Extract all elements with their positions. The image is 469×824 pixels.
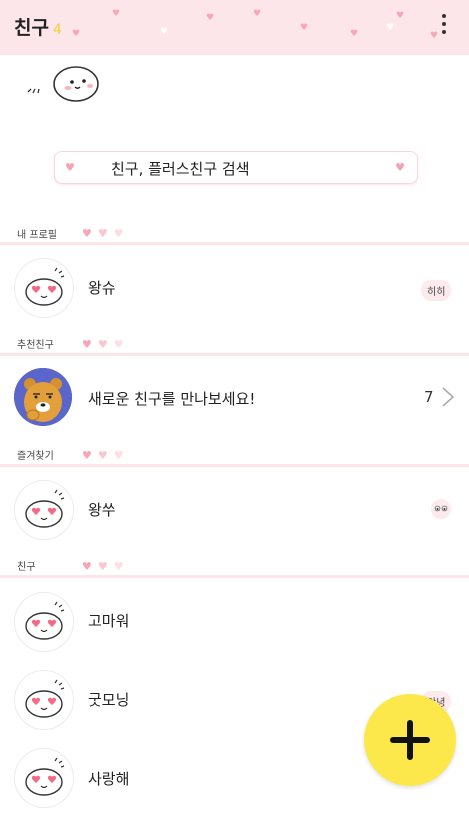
avatar bbox=[14, 368, 72, 426]
heart-decoration-icon: ♥ bbox=[350, 29, 359, 39]
section-label-recommended: 추천친구 bbox=[17, 340, 54, 351]
avatar[interactable] bbox=[14, 592, 74, 652]
divider bbox=[0, 242, 469, 245]
section-hearts: ♥♥♥ bbox=[82, 227, 130, 240]
section-hearts: ♥♥♥ bbox=[82, 449, 130, 462]
mascot-image bbox=[27, 66, 99, 102]
divider bbox=[0, 52, 469, 55]
friend-name: 왕쑤 bbox=[88, 501, 116, 519]
chevron-right-icon bbox=[442, 387, 455, 407]
heart-decoration-icon: ♥ bbox=[396, 11, 405, 21]
divider bbox=[0, 353, 469, 356]
favorite-row[interactable]: 왕쑤 bbox=[0, 480, 469, 556]
heart-decoration-icon: ♥ bbox=[65, 161, 75, 174]
mascot-banner bbox=[24, 62, 104, 106]
heart-decoration-icon: ♥ bbox=[386, 23, 395, 33]
friend-name: 굿모닝 bbox=[88, 691, 130, 709]
heart-decoration-icon: ♥ bbox=[430, 31, 439, 41]
recommend-count: 7 bbox=[424, 388, 434, 406]
avatar[interactable] bbox=[14, 258, 74, 318]
add-friend-button[interactable] bbox=[364, 694, 456, 786]
avatar[interactable] bbox=[14, 670, 74, 730]
profile-name: 왕슈 bbox=[88, 279, 116, 297]
heart-decoration-icon: ♥ bbox=[253, 9, 262, 19]
page-title: 친구 4 bbox=[14, 13, 62, 40]
heart-decoration-icon: ♥ bbox=[112, 9, 121, 19]
heart-decoration-icon: ♥ bbox=[160, 27, 169, 37]
status-badge: 히히 bbox=[421, 280, 452, 301]
section-label-friends: 친구 bbox=[17, 562, 36, 573]
emoticon-icon bbox=[431, 499, 451, 519]
section-hearts: ♥♥♥ bbox=[82, 338, 130, 351]
avatar[interactable] bbox=[14, 480, 74, 540]
recommend-friends-row[interactable]: 새로운 친구를 만나보세요! 7 bbox=[0, 368, 469, 444]
more-vertical-icon[interactable] bbox=[441, 14, 447, 38]
friend-count: 4 bbox=[52, 22, 62, 38]
top-bar: ♥ ♥ ♥ ♥ ♥ ♥ ♥ ♥ ♥ ♥ 친구 4 bbox=[0, 0, 469, 52]
search-placeholder: 친구, 플러스친구 검색 bbox=[111, 160, 250, 178]
avatar[interactable] bbox=[14, 748, 74, 808]
heart-decoration-icon: ♥ bbox=[395, 161, 405, 174]
my-profile-row[interactable]: 왕슈 히히 bbox=[0, 258, 469, 334]
divider bbox=[0, 464, 469, 467]
friend-row[interactable]: 고마워 bbox=[0, 592, 469, 668]
heart-decoration-icon: ♥ bbox=[300, 23, 309, 33]
section-hearts: ♥♥♥ bbox=[82, 560, 130, 573]
search-input[interactable]: ♥ 친구, 플러스친구 검색 ♥ bbox=[54, 151, 418, 184]
divider bbox=[0, 575, 469, 578]
heart-decoration-icon: ♥ bbox=[72, 29, 81, 39]
friend-name: 사랑해 bbox=[88, 770, 130, 788]
friend-name: 고마워 bbox=[88, 612, 130, 630]
section-label-favorites: 즐겨찾기 bbox=[17, 451, 54, 462]
title-text: 친구 bbox=[14, 17, 49, 39]
recommend-text: 새로운 친구를 만나보세요! bbox=[88, 390, 256, 408]
heart-decoration-icon: ♥ bbox=[206, 13, 215, 23]
section-label-my-profile: 내 프로필 bbox=[17, 230, 57, 241]
